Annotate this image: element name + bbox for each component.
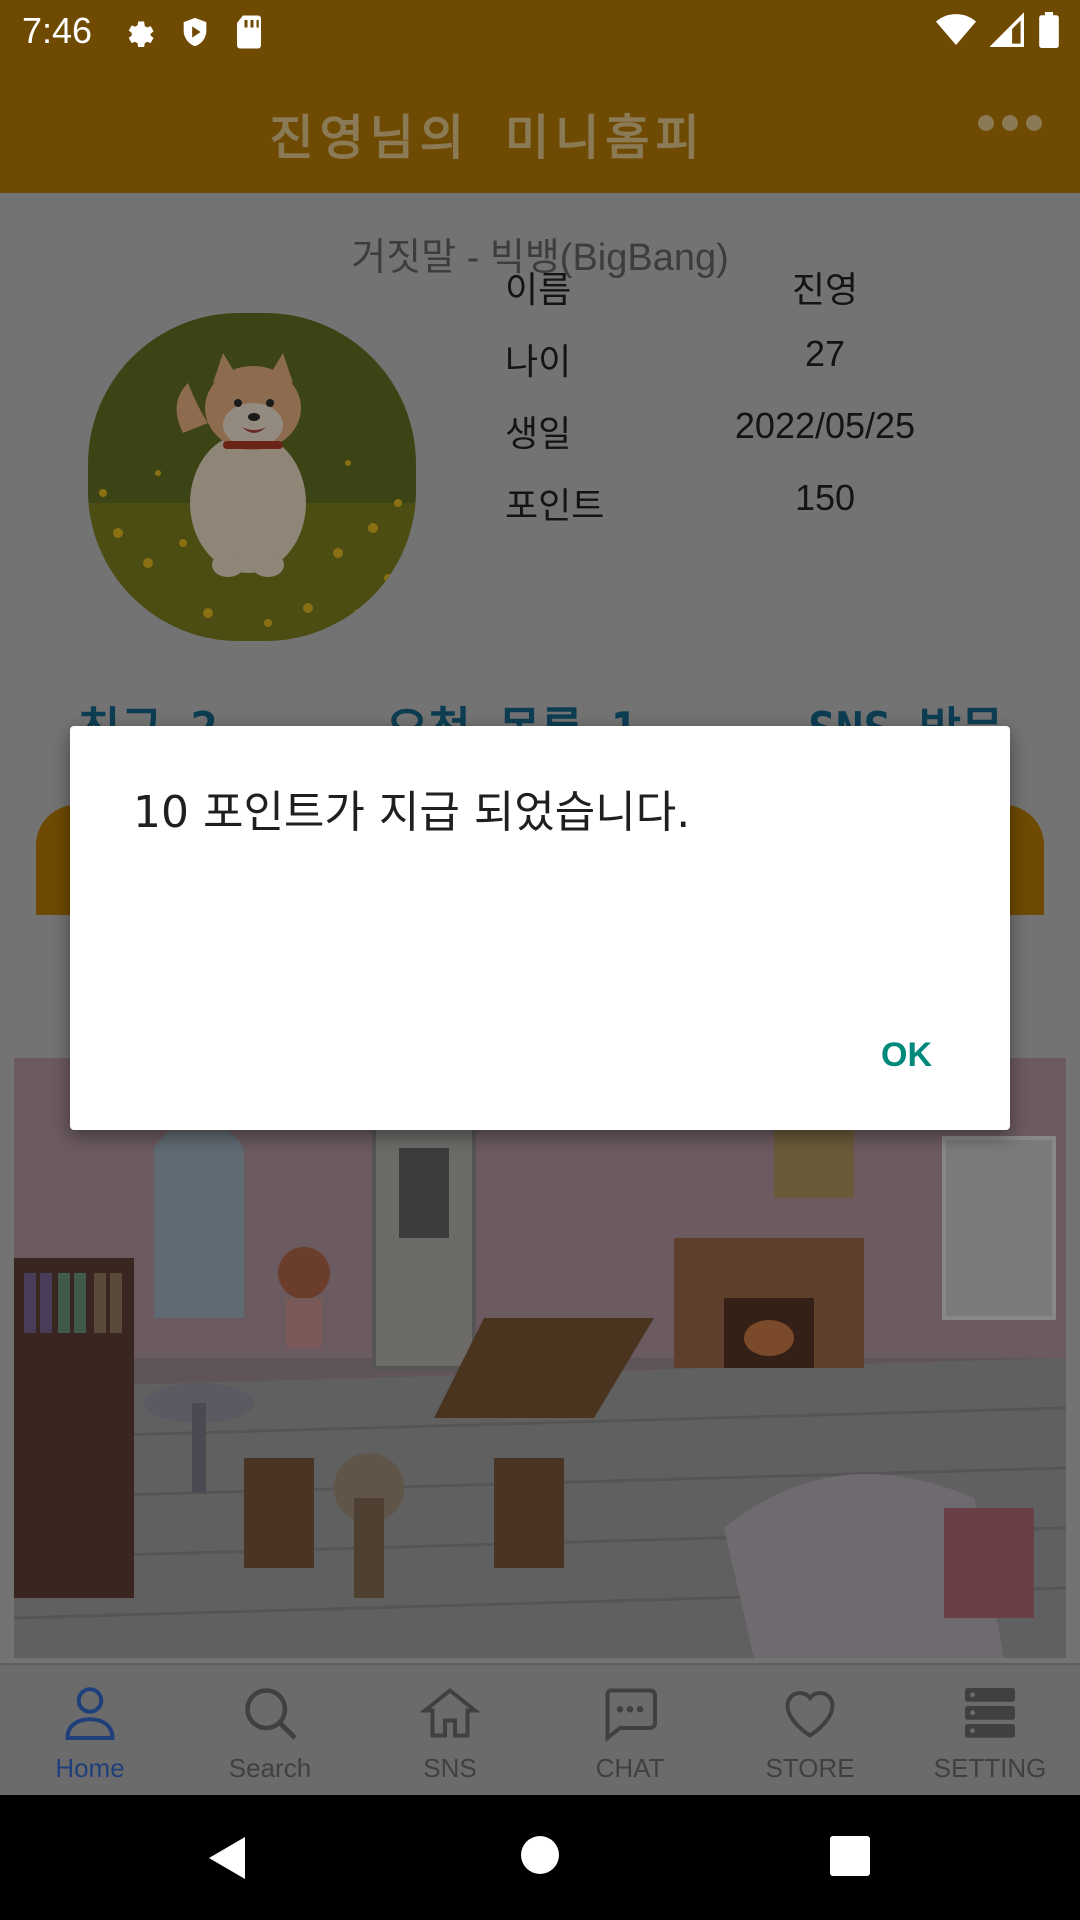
app-bar: 진영님의 미니홈피 [0, 63, 1080, 193]
status-bar: 7:46 [0, 0, 1080, 63]
miniroom-image[interactable] [14, 1058, 1066, 1658]
home-icon [420, 1687, 480, 1738]
label-age: 나이 [505, 342, 572, 383]
bottom-navigation: Home Search SNS CHAT STORE SETTING [0, 1663, 1080, 1797]
heart-icon [785, 1691, 835, 1738]
label-birthday: 생일 [505, 414, 572, 455]
nav-label-search: Search [228, 1753, 312, 1783]
nav-label-home: Home [55, 1753, 125, 1783]
battery-icon [1039, 12, 1059, 48]
label-points: 포인트 [505, 486, 605, 527]
wifi-icon [936, 14, 976, 45]
person-icon [65, 1687, 115, 1740]
status-system-icons [936, 12, 1060, 48]
nav-label-chat: CHAT [595, 1753, 665, 1783]
ok-button[interactable]: OK [881, 1036, 932, 1075]
nav-item-sns[interactable]: SNS [360, 1665, 540, 1797]
avatar[interactable] [88, 313, 416, 641]
recents-icon[interactable] [830, 1836, 870, 1876]
nav-label-store: STORE [765, 1753, 855, 1783]
value-age: 27 [804, 333, 846, 374]
nav-item-setting[interactable]: SETTING [900, 1665, 1080, 1797]
status-time: 7:46 [22, 10, 93, 51]
label-name: 이름 [505, 270, 572, 311]
dialog-message: 10 포인트가 지급 되었습니다. [133, 787, 691, 838]
shield-play-icon [183, 17, 207, 47]
more-options-icon[interactable] [978, 115, 1042, 131]
nav-item-chat[interactable]: CHAT [540, 1665, 720, 1797]
settings-gear-icon [128, 21, 154, 48]
storage-icon [965, 1688, 1015, 1738]
system-navigation-bar [0, 1795, 1080, 1920]
nav-label-setting: SETTING [933, 1753, 1047, 1783]
chat-icon [605, 1688, 657, 1743]
nav-item-search[interactable]: Search [180, 1665, 360, 1797]
back-icon[interactable] [205, 1835, 249, 1881]
value-name: 진영 [791, 269, 859, 310]
points-awarded-dialog: 10 포인트가 지급 되었습니다. OK [70, 726, 1010, 1130]
status-notification-icons [120, 14, 264, 50]
page-title: 진영님의 미니홈피 [269, 110, 706, 166]
home-circle-icon[interactable] [520, 1835, 560, 1875]
signal-icon [990, 12, 1024, 47]
nav-item-store[interactable]: STORE [720, 1665, 900, 1797]
nav-item-home[interactable]: Home [0, 1665, 180, 1797]
nav-label-sns: SNS [423, 1753, 477, 1783]
sd-card-icon [237, 15, 261, 49]
search-icon [245, 1688, 297, 1740]
value-points: 150 [794, 477, 856, 518]
value-birthday: 2022/05/25 [734, 405, 916, 446]
